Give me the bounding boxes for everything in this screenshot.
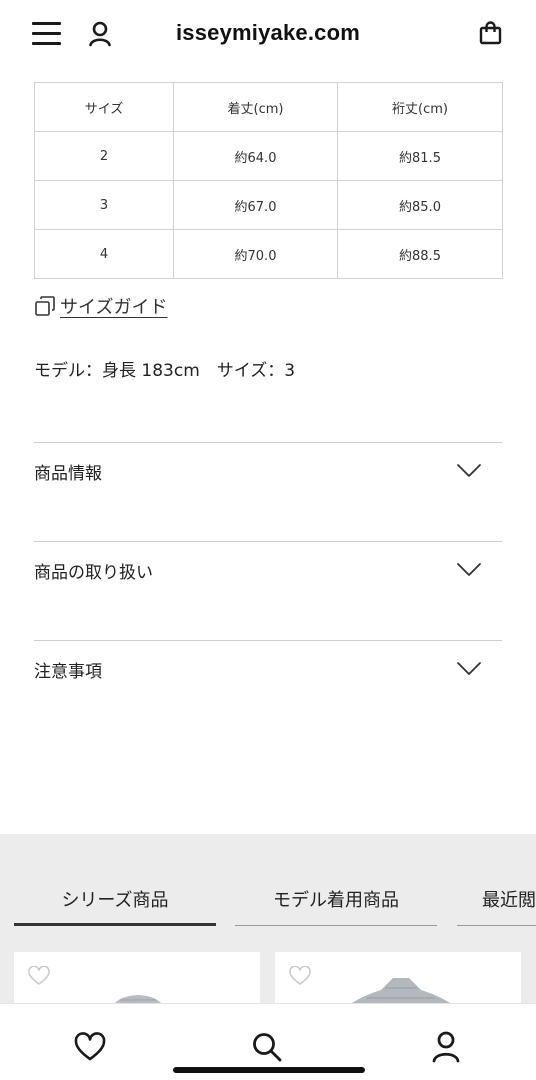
tab-model-worn-products[interactable]: モデル着用商品 [235, 886, 437, 926]
home-indicator [173, 1067, 365, 1073]
site-title[interactable]: isseymiyake.com [0, 20, 536, 46]
model-info: モデル：身長 183cm サイズ：3 [34, 361, 296, 381]
table-header-cell: 着丈(cm) [173, 82, 338, 132]
size-table: サイズ 着丈(cm) 裄丈(cm) 2 約64.0 約81.5 3 約67.0 … [34, 82, 503, 279]
table-row: 3 約67.0 約85.0 [34, 180, 503, 230]
accordion-notes[interactable]: 注意事項 [34, 640, 502, 739]
table-cell: 4 [34, 229, 174, 279]
search-icon[interactable] [250, 1030, 284, 1064]
table-row: 4 約70.0 約88.5 [34, 229, 503, 279]
accordion-label: 商品の取り扱い [34, 563, 153, 583]
table-cell: 約64.0 [173, 131, 338, 181]
table-cell: 約88.5 [337, 229, 503, 279]
table-cell: 約81.5 [337, 131, 503, 181]
table-row: 2 約64.0 約81.5 [34, 131, 503, 181]
accordion-label: 商品情報 [34, 464, 102, 484]
table-cell: 3 [34, 180, 174, 230]
accordion-label: 注意事項 [34, 662, 102, 682]
copy-squares-icon [34, 295, 56, 317]
person-icon[interactable] [429, 1030, 463, 1064]
table-header-row: サイズ 着丈(cm) 裄丈(cm) [34, 82, 503, 132]
product-image [341, 976, 461, 1006]
related-products-section: シリーズ商品 モデル着用商品 最近閲 [0, 834, 536, 1006]
heart-icon[interactable] [28, 965, 50, 986]
heart-icon[interactable] [289, 965, 311, 986]
table-header-cell: 裄丈(cm) [337, 82, 503, 132]
size-guide-label[interactable]: サイズガイド [60, 293, 167, 319]
table-cell: 約70.0 [173, 229, 338, 279]
tab-series-products[interactable]: シリーズ商品 [14, 886, 216, 926]
chevron-down-icon[interactable] [456, 562, 482, 578]
table-header-cell: サイズ [34, 82, 174, 132]
tab-recently-viewed[interactable]: 最近閲 [457, 886, 536, 926]
accordion-product-care[interactable]: 商品の取り扱い [34, 541, 502, 640]
product-card[interactable] [275, 952, 521, 1006]
chevron-down-icon[interactable] [456, 463, 482, 479]
shopping-bag-icon[interactable] [478, 20, 504, 48]
table-cell: 約67.0 [173, 180, 338, 230]
table-cell: 約85.0 [337, 180, 503, 230]
chevron-down-icon[interactable] [456, 661, 482, 677]
accordion-product-info[interactable]: 商品情報 [34, 442, 502, 541]
table-cell: 2 [34, 131, 174, 181]
product-card[interactable] [14, 952, 260, 1006]
heart-icon[interactable] [73, 1030, 107, 1064]
size-guide-link[interactable]: サイズガイド [34, 293, 167, 319]
app-header: isseymiyake.com [0, 0, 536, 68]
